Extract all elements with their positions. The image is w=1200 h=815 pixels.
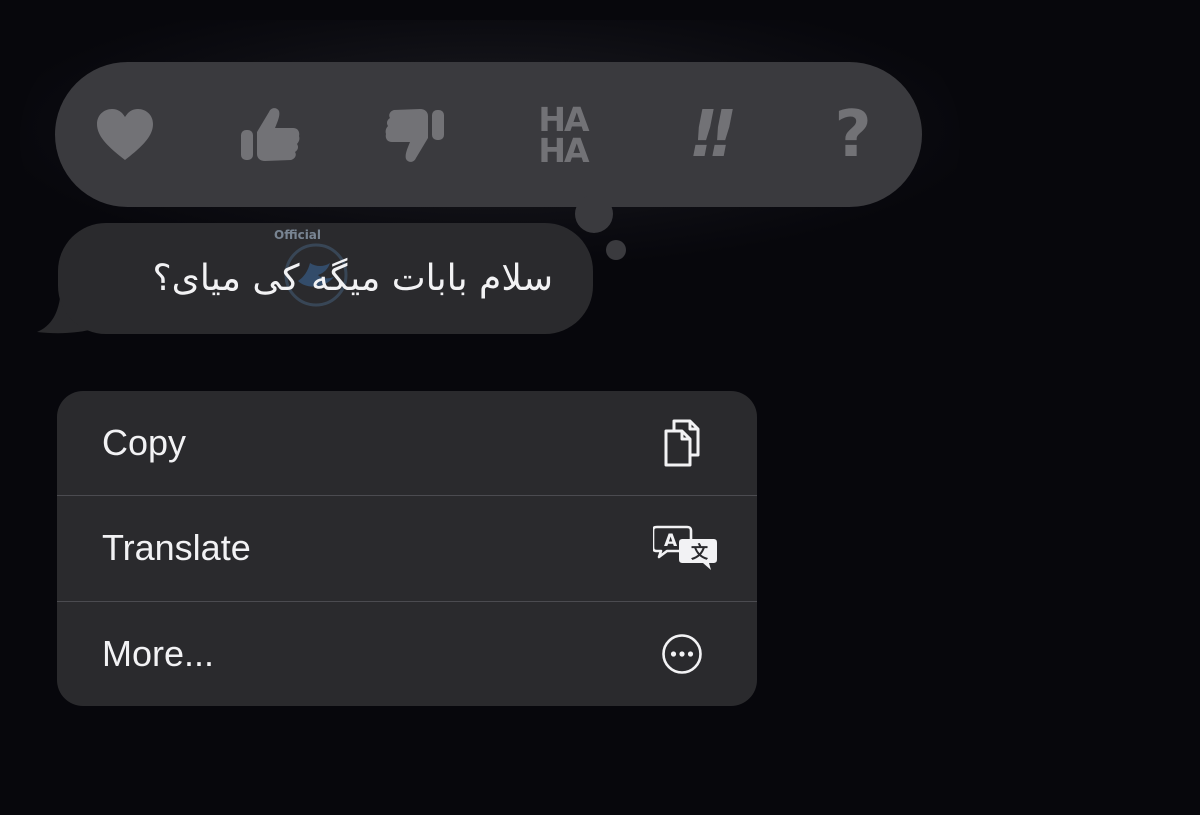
message-text: سلام بابات میگه کی میای؟ (152, 258, 553, 299)
menu-item-label: Translate (102, 527, 251, 568)
thumbs-up-icon (241, 108, 300, 161)
reaction-emphasize[interactable]: !! (668, 100, 748, 170)
reaction-bar-tail-dot (575, 195, 613, 233)
reaction-thumbs-up[interactable] (230, 100, 310, 170)
menu-item-copy[interactable]: Copy (57, 391, 757, 495)
question-mark-icon: ? (834, 98, 872, 172)
reaction-bar-tail-dot-small (606, 240, 626, 260)
thumbs-down-icon (385, 109, 444, 162)
message-bubble[interactable]: Official سلام بابات میگه کی میای؟ (58, 223, 593, 334)
svg-text:A: A (664, 531, 678, 551)
menu-item-translate[interactable]: Translate A 文 (57, 496, 757, 600)
translate-icon: A 文 (651, 518, 721, 578)
menu-item-label: More... (102, 633, 215, 674)
double-exclamation-icon: !! (688, 98, 737, 172)
reaction-haha[interactable]: HA HA (523, 100, 603, 170)
haha-icon: HA HA (538, 100, 589, 170)
reaction-question[interactable]: ? (813, 100, 893, 170)
reaction-bar: HA HA !! ? (55, 62, 922, 207)
ellipsis-circle-icon (647, 624, 717, 684)
copy-icon (647, 413, 717, 473)
context-menu: Copy Translate A 文 More... (57, 391, 757, 706)
menu-item-more[interactable]: More... (57, 602, 757, 706)
svg-text:文: 文 (691, 542, 709, 563)
reaction-thumbs-down[interactable] (375, 100, 455, 170)
reaction-heart[interactable] (85, 100, 165, 170)
heart-icon (97, 109, 153, 160)
menu-item-label: Copy (102, 422, 187, 463)
